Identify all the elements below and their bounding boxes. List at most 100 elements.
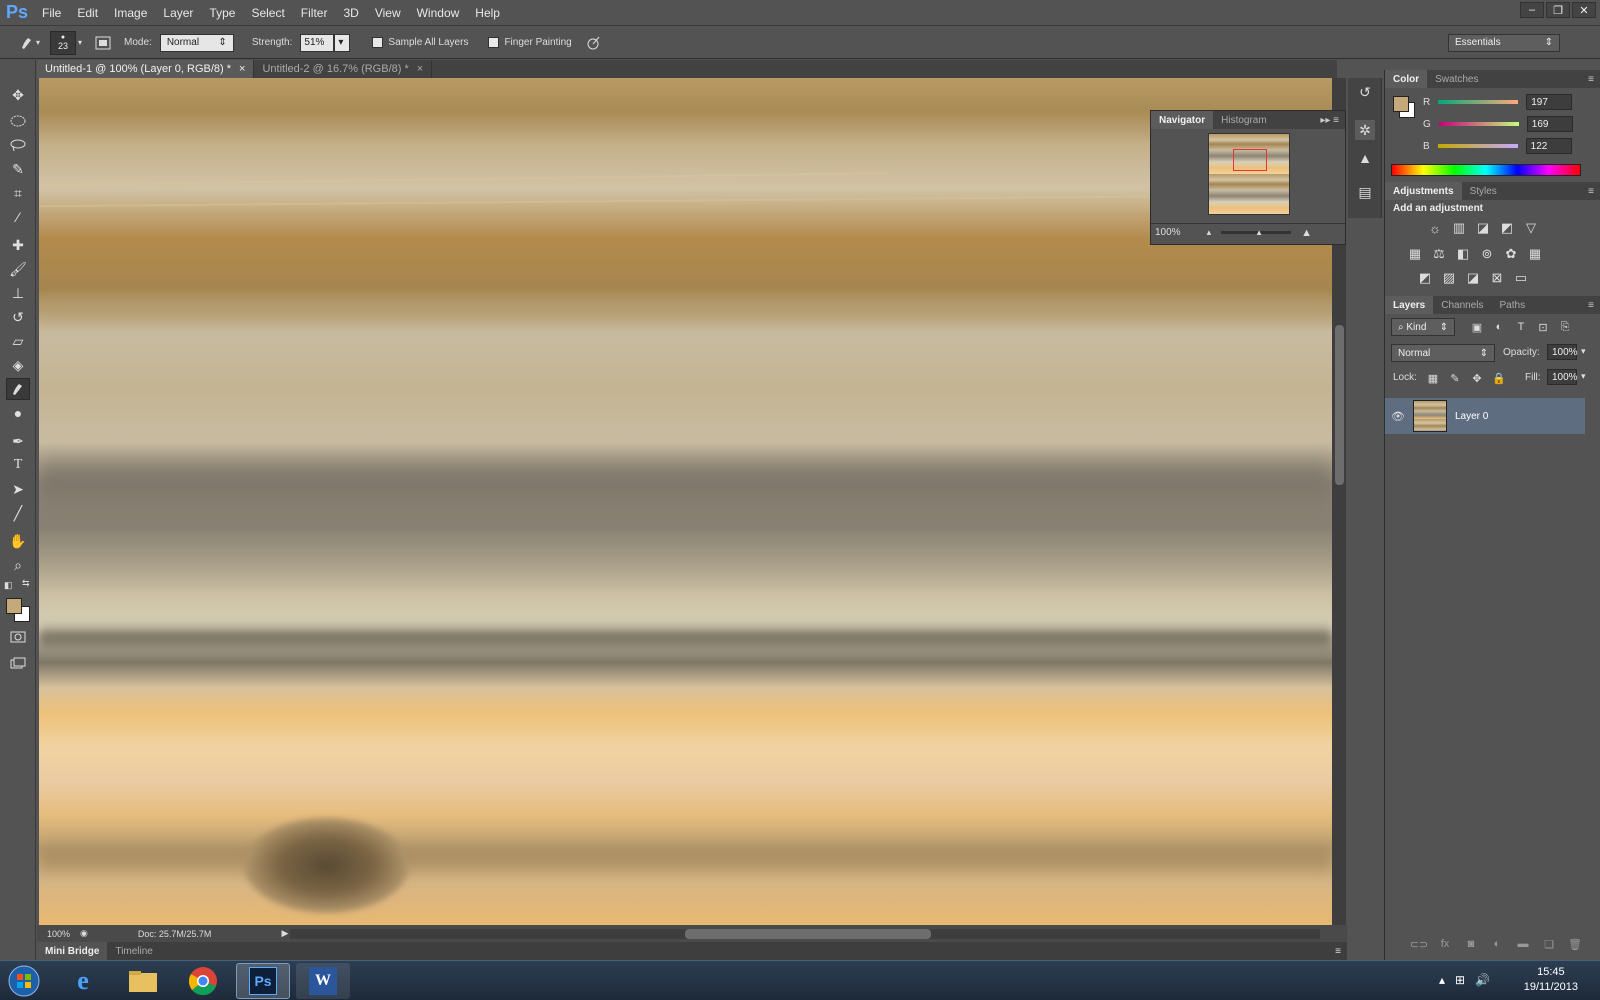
filter-adjustment-icon[interactable]: ◐: [1491, 319, 1507, 335]
menu-layer[interactable]: Layer: [155, 0, 201, 26]
pressure-strength-icon[interactable]: [580, 32, 606, 54]
type-tool-icon[interactable]: T: [6, 454, 30, 476]
sample-all-layers-checkbox[interactable]: Sample All Layers: [372, 36, 468, 48]
history-panel-icon[interactable]: ↺: [1355, 82, 1375, 102]
brush-picker-dropdown-icon[interactable]: ▾: [78, 38, 82, 47]
color-spectrum-ramp[interactable]: [1391, 164, 1581, 176]
panel-menu-icon[interactable]: ≡: [1335, 946, 1341, 957]
swap-colors-icon[interactable]: ⇆: [22, 578, 30, 589]
exposure-icon[interactable]: ◩: [1499, 220, 1515, 236]
menu-select[interactable]: Select: [243, 0, 292, 26]
tab-timeline[interactable]: Timeline: [107, 942, 160, 960]
lock-all-icon[interactable]: 🔒: [1491, 370, 1507, 386]
hand-tool-icon[interactable]: ✋: [6, 530, 30, 552]
mode-select[interactable]: Normal ⇕: [159, 33, 234, 52]
delete-layer-icon[interactable]: 🗑: [1567, 936, 1583, 952]
brush-panel-toggle-icon[interactable]: [90, 32, 116, 54]
strength-dropdown-button[interactable]: ▾: [334, 33, 351, 52]
document-canvas[interactable]: [39, 78, 1332, 925]
blue-input[interactable]: 122: [1525, 138, 1572, 154]
layer-visibility-eye-icon[interactable]: 👁: [1391, 410, 1405, 423]
strength-input[interactable]: 51%: [300, 33, 335, 52]
invert-icon[interactable]: ◩: [1417, 270, 1433, 286]
hue-saturation-icon[interactable]: ▦: [1407, 246, 1423, 262]
lock-position-icon[interactable]: ✥: [1469, 370, 1485, 386]
black-white-icon[interactable]: ◧: [1455, 246, 1471, 262]
network-icon[interactable]: ⊞: [1455, 973, 1465, 987]
blue-slider[interactable]: [1437, 144, 1518, 148]
marquee-tool-icon[interactable]: [6, 110, 30, 132]
zoom-in-icon[interactable]: ▲: [1301, 227, 1312, 239]
default-colors-icon[interactable]: ◧: [4, 580, 13, 591]
tab-close-icon[interactable]: ×: [417, 63, 423, 75]
word-taskbar-icon[interactable]: W: [296, 963, 350, 999]
selective-color-icon[interactable]: ⊠: [1489, 270, 1505, 286]
green-slider[interactable]: [1438, 122, 1519, 126]
histogram-panel-icon[interactable]: ▲: [1355, 148, 1375, 168]
smudge-tool-preset-icon[interactable]: ▾: [16, 32, 42, 54]
start-button[interactable]: [2, 963, 46, 999]
vibrance-icon[interactable]: ▽: [1523, 220, 1539, 236]
tab-untitled-1[interactable]: Untitled-1 @ 100% (Layer 0, RGB/8) * ×: [37, 60, 255, 78]
tab-mini-bridge[interactable]: Mini Bridge: [37, 942, 108, 960]
lock-image-pixels-icon[interactable]: ✎: [1447, 370, 1463, 386]
info-panel-icon[interactable]: ▤: [1355, 182, 1375, 202]
tab-adjustments[interactable]: Adjustments: [1385, 182, 1462, 200]
panel-menu-icon[interactable]: ≡: [1588, 300, 1594, 311]
tab-swatches[interactable]: Swatches: [1427, 70, 1486, 88]
navigator-zoom-slider[interactable]: ▲: [1221, 228, 1292, 237]
file-explorer-icon[interactable]: [116, 963, 170, 999]
volume-icon[interactable]: 🔊: [1475, 973, 1490, 987]
menu-window[interactable]: Window: [409, 0, 468, 26]
tab-styles[interactable]: Styles: [1462, 182, 1505, 200]
tab-navigator[interactable]: Navigator: [1151, 111, 1214, 129]
panel-menu-icon[interactable]: ▸▸ ≡: [1320, 115, 1339, 126]
tab-channels[interactable]: Channels: [1433, 296, 1491, 314]
crop-tool-icon[interactable]: ⌗: [6, 182, 30, 204]
internet-explorer-icon[interactable]: e: [56, 963, 110, 999]
tab-color[interactable]: Color: [1385, 70, 1428, 88]
menu-edit[interactable]: Edit: [69, 0, 106, 26]
history-brush-tool-icon[interactable]: ↺: [6, 306, 30, 328]
layer-filter-kind-select[interactable]: ⌕ Kind ⇕: [1391, 318, 1455, 336]
menu-3d[interactable]: 3D: [335, 0, 366, 26]
red-input[interactable]: 197: [1526, 94, 1573, 110]
fill-input[interactable]: 100%: [1547, 369, 1578, 385]
filter-pixel-icon[interactable]: ▣: [1469, 319, 1485, 335]
tab-paths[interactable]: Paths: [1492, 296, 1534, 314]
foreground-color-swatch[interactable]: [6, 598, 22, 614]
status-zoom[interactable]: 100%: [47, 929, 70, 939]
smudge-tool-icon[interactable]: [6, 378, 30, 400]
paint-bucket-tool-icon[interactable]: ◈: [6, 354, 30, 376]
layer-thumbnail[interactable]: [1413, 400, 1447, 432]
color-balance-icon[interactable]: ⚖: [1431, 246, 1447, 262]
eraser-tool-icon[interactable]: ▱: [6, 330, 30, 352]
menu-image[interactable]: Image: [106, 0, 155, 26]
restore-button[interactable]: ❐: [1546, 2, 1570, 18]
horizontal-scroll-thumb[interactable]: [685, 929, 931, 939]
status-menu-arrow-icon[interactable]: ▶: [281, 928, 288, 939]
status-info-icon[interactable]: ◉: [80, 928, 88, 939]
layer-name[interactable]: Layer 0: [1455, 411, 1488, 422]
finger-painting-checkbox[interactable]: Finger Painting: [488, 36, 572, 48]
vertical-scroll-thumb[interactable]: [1335, 325, 1344, 485]
layer-row-layer-0[interactable]: 👁 Layer 0: [1385, 398, 1585, 434]
fill-dropdown-icon[interactable]: ▾: [1581, 371, 1586, 382]
navigator-thumbnail[interactable]: [1208, 133, 1290, 215]
filter-smart-object-icon[interactable]: ⎘: [1557, 319, 1573, 335]
clone-stamp-tool-icon[interactable]: ⊥: [6, 282, 30, 304]
navigator-zoom-value[interactable]: 100%: [1155, 227, 1181, 238]
new-adjustment-layer-icon[interactable]: ◐: [1489, 936, 1505, 952]
dodge-tool-icon[interactable]: ●: [6, 402, 30, 424]
close-button[interactable]: ✕: [1572, 2, 1596, 18]
quick-selection-tool-icon[interactable]: ✎: [6, 158, 30, 180]
red-slider[interactable]: [1438, 100, 1519, 104]
menu-type[interactable]: Type: [201, 0, 243, 26]
taskbar-clock[interactable]: 15:45 19/11/2013: [1524, 965, 1578, 995]
zoom-out-icon[interactable]: ▴: [1207, 227, 1212, 238]
brush-tool-icon[interactable]: 🖌: [6, 258, 30, 280]
move-tool-icon[interactable]: ✥: [6, 84, 30, 106]
brush-size-picker[interactable]: ● 23: [50, 30, 76, 55]
photo-filter-icon[interactable]: ⊚: [1479, 246, 1495, 262]
threshold-icon[interactable]: ◪: [1465, 270, 1481, 286]
